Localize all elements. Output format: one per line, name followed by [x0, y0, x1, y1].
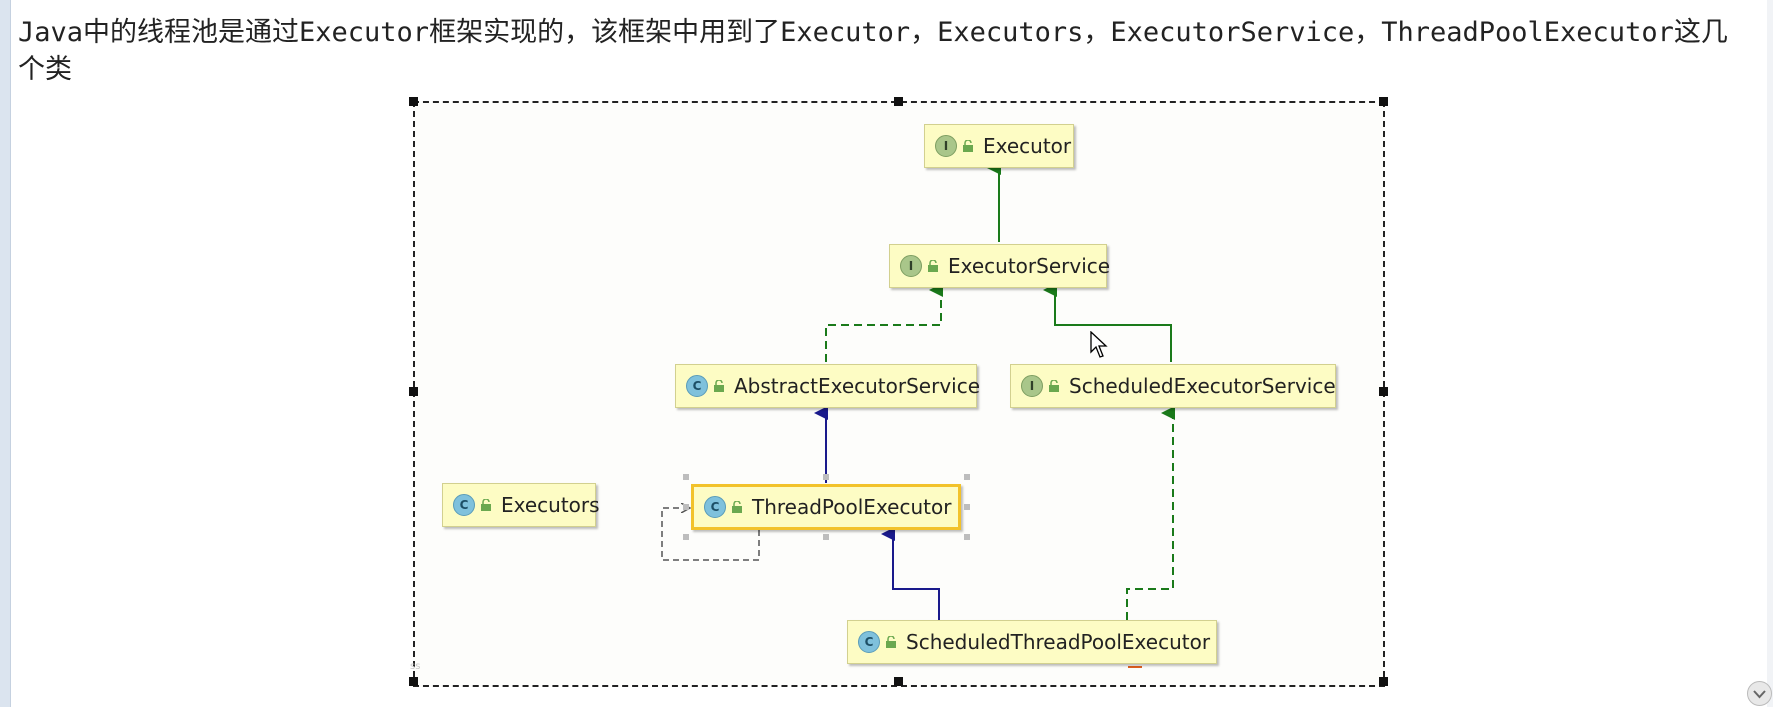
node-label: ExecutorService [948, 254, 1111, 278]
diagram-connectors [661, 161, 1175, 668]
class-badge-icon: C [858, 631, 880, 653]
node-selection-handle[interactable] [823, 474, 829, 480]
public-modifier-icon [732, 501, 742, 513]
edge-scheduledexecutorservice-extends-executorservice [1043, 283, 1172, 362]
interface-badge-icon: I [900, 255, 922, 277]
public-modifier-icon [481, 499, 491, 511]
edge-abstractexecutorservice-implements-executorservice [825, 283, 943, 362]
public-modifier-icon [928, 260, 938, 272]
node-selection-handle[interactable] [683, 534, 689, 540]
mouse-cursor-icon [1090, 331, 1108, 358]
node-selection-handle[interactable] [683, 474, 689, 480]
scroll-down-icon[interactable] [1746, 680, 1773, 707]
node-threadpoolexecutor[interactable]: C ThreadPoolExecutor [691, 484, 961, 530]
class-badge-icon: C [686, 375, 708, 397]
node-selection-handle[interactable] [683, 504, 689, 510]
public-modifier-icon [886, 636, 896, 648]
public-modifier-icon [1049, 380, 1059, 392]
class-badge-icon: C [453, 494, 475, 516]
node-executor[interactable]: I Executor [924, 124, 1074, 168]
node-scheduledthreadpoolexecutor[interactable]: C ScheduledThreadPoolExecutor [847, 620, 1217, 664]
diagram-watermark: ss [410, 661, 421, 672]
class-badge-icon: C [704, 496, 726, 518]
node-label: ScheduledThreadPoolExecutor [906, 630, 1211, 654]
interface-badge-icon: I [935, 135, 957, 157]
node-label: AbstractExecutorService [734, 374, 981, 398]
public-modifier-icon [963, 140, 973, 152]
node-executors[interactable]: C Executors [442, 483, 600, 527]
node-executorservice[interactable]: I ExecutorService [889, 244, 1111, 288]
interface-badge-icon: I [1021, 375, 1043, 397]
edge-scheduledthreadpoolexecutor-extends-threadpoolexecutor [881, 527, 940, 620]
node-label: Executors [501, 493, 600, 517]
public-modifier-icon [714, 380, 724, 392]
edge-scheduledthreadpoolexecutor-implements-scheduledexecutorservice [1126, 406, 1175, 620]
node-abstractexecutorservice[interactable]: C AbstractExecutorService [675, 364, 981, 408]
node-label: ThreadPoolExecutor [752, 495, 952, 519]
node-selection-handle[interactable] [964, 504, 970, 510]
node-selection-handle[interactable] [823, 534, 829, 540]
node-scheduledexecutorservice[interactable]: I ScheduledExecutorService [1010, 364, 1336, 408]
node-label: ScheduledExecutorService [1069, 374, 1336, 398]
node-selection-handle[interactable] [964, 474, 970, 480]
node-selection-handle[interactable] [964, 534, 970, 540]
node-label: Executor [983, 134, 1072, 158]
